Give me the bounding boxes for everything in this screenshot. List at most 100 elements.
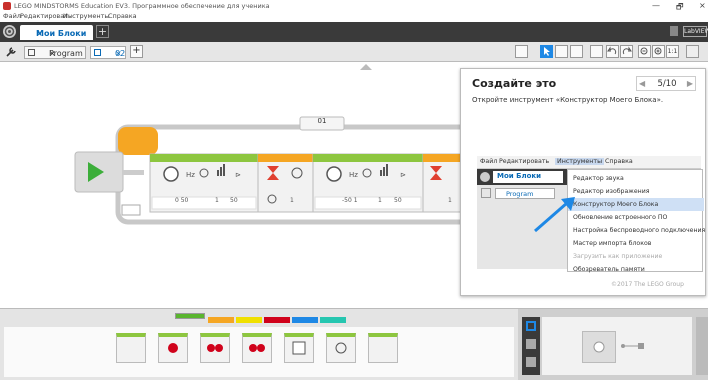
- pointer-tool-icon[interactable]: [540, 45, 553, 58]
- wrench-icon[interactable]: [4, 45, 18, 59]
- project-tab-label: Мои Блоки: [36, 29, 87, 38]
- block-param[interactable]: 1: [378, 197, 382, 204]
- dropdown-item: Мастер импорта блоков: [573, 240, 652, 247]
- project-properties-icon[interactable]: [3, 25, 16, 38]
- block-param[interactable]: 1: [448, 197, 452, 204]
- svg-text:⊳: ⊳: [400, 171, 406, 179]
- zoom-reset-button[interactable]: 1:1: [666, 45, 679, 58]
- palette-tab-flow[interactable]: [208, 317, 234, 323]
- program-doc-icon: [28, 49, 35, 56]
- menu-file[interactable]: Файл: [3, 12, 21, 20]
- hardware-page-tabs: [522, 317, 540, 375]
- tutorial-instruction: Откройте инструмент «Конструктор Моего Б…: [472, 96, 664, 104]
- collapse-arrow-icon[interactable]: [360, 64, 372, 70]
- connection-icon: [620, 343, 644, 349]
- project-tab-close-icon[interactable]: ×: [36, 29, 43, 38]
- save-icon[interactable]: [590, 45, 603, 58]
- gear-icon: [480, 172, 490, 182]
- zoom-in-icon[interactable]: [652, 45, 665, 58]
- project-tab[interactable]: Мои Блоки ×: [20, 25, 93, 40]
- block-param[interactable]: 0 50: [175, 197, 188, 204]
- hardware-icon[interactable]: [670, 26, 678, 36]
- block-param[interactable]: 1: [290, 197, 294, 204]
- svg-text:Hz: Hz: [186, 171, 195, 179]
- tutorial-menu-tools: Инструменты: [555, 158, 605, 165]
- program-tab-1[interactable]: Program ×: [24, 46, 86, 59]
- block-param[interactable]: 50: [230, 197, 238, 204]
- palette-tab-advanced[interactable]: [292, 317, 318, 323]
- loop-header[interactable]: [118, 127, 158, 155]
- undo-icon[interactable]: [606, 45, 619, 58]
- program-tab-2-close-icon[interactable]: ×: [115, 49, 122, 58]
- tutorial-program-tab-label: Program: [506, 190, 534, 198]
- motor-icon: [326, 166, 342, 182]
- tutorial-menu-bar: Файл Редактировать Инструменты Справка: [477, 156, 701, 169]
- dropdown-item: Обозреватель памяти: [573, 266, 645, 273]
- dropdown-item: Обновление встроенного ПО: [573, 214, 668, 221]
- palette-block-move-steering[interactable]: [200, 333, 230, 363]
- pan-tool-icon[interactable]: [555, 45, 568, 58]
- palette-tab-myblocks[interactable]: [320, 317, 346, 323]
- menu-bar: Файл Редактировать Инструменты Справка: [0, 11, 708, 22]
- tutorial-tools-dropdown: Редактор звука Редактор изображения Конс…: [567, 169, 706, 273]
- window-title: LEGO MINDSTORMS Education EV3. Программн…: [14, 2, 270, 10]
- port-view-icon[interactable]: [526, 339, 536, 349]
- add-project-button[interactable]: +: [96, 25, 109, 38]
- dropdown-item-highlighted: Конструктор Моего Блока: [568, 198, 704, 211]
- menu-tools[interactable]: Инструменты: [63, 12, 110, 20]
- palette-tab-sensor[interactable]: [236, 317, 262, 323]
- tutorial-project-tab-label: Мои Блоки: [497, 172, 542, 180]
- motor-icon: [163, 166, 179, 182]
- block-palette: [0, 308, 518, 380]
- labview-button[interactable]: LabVIEW: [683, 26, 708, 37]
- program-tab-2[interactable]: 02 ×: [90, 46, 126, 59]
- comment-icon[interactable]: [515, 45, 528, 58]
- minimize-button[interactable]: —: [652, 1, 660, 10]
- tutorial-menu-file: Файл: [480, 158, 498, 165]
- svg-text:Hz: Hz: [349, 171, 358, 179]
- program-tab-bar: Program × 02 × + 1:1: [0, 42, 708, 62]
- add-program-button[interactable]: +: [130, 45, 143, 58]
- palette-tab-data[interactable]: [264, 317, 290, 323]
- next-page-icon[interactable]: ▶: [687, 79, 693, 88]
- brick-info-panel: [542, 317, 692, 375]
- content-editor-icon[interactable]: [686, 45, 699, 58]
- copyright-text: ©2017 The LEGO Group: [611, 281, 684, 288]
- zoom-out-icon[interactable]: [638, 45, 651, 58]
- comment-tool-icon[interactable]: [570, 45, 583, 58]
- prev-page-icon[interactable]: ◀: [639, 79, 645, 88]
- dropdown-item-disabled: Загрузить как приложение: [573, 253, 663, 260]
- tutorial-pager: ◀ 5/10 ▶: [636, 76, 696, 91]
- redo-icon[interactable]: [620, 45, 633, 58]
- brick-info-icon[interactable]: [526, 321, 536, 331]
- palette-block-large-motor[interactable]: [158, 333, 188, 363]
- palette-block-medium-motor[interactable]: [116, 333, 146, 363]
- wait-block-2[interactable]: [422, 153, 464, 213]
- page-indicator: 5/10: [657, 79, 677, 89]
- block-param[interactable]: -50 1: [342, 197, 358, 204]
- palette-block-sound[interactable]: [326, 333, 356, 363]
- wrench-icon: [481, 188, 491, 198]
- block-param[interactable]: 50: [394, 197, 402, 204]
- block-param[interactable]: 1: [215, 197, 219, 204]
- palette-block-move-tank[interactable]: [242, 333, 272, 363]
- hardware-side-buttons[interactable]: [696, 317, 708, 375]
- wait-block-1[interactable]: [257, 153, 314, 213]
- tutorial-menu-edit: Редактировать: [499, 158, 550, 165]
- tutorial-menu-help: Справка: [605, 158, 633, 165]
- available-bricks-icon[interactable]: [526, 357, 536, 367]
- hardware-page: [518, 308, 708, 380]
- menu-help[interactable]: Справка: [108, 12, 137, 20]
- tutorial-title: Создайте это: [472, 77, 557, 90]
- palette-block-display[interactable]: [284, 333, 314, 363]
- palette-tab-action[interactable]: [175, 313, 205, 319]
- tutorial-project-tab: Мои Блоки: [493, 171, 563, 183]
- app-icon: [3, 2, 11, 10]
- tutorial-popup: Создайте это ◀ 5/10 ▶ Откройте инструмен…: [460, 68, 706, 296]
- program-tab-1-close-icon[interactable]: ×: [49, 49, 56, 58]
- dropdown-item: Настройка беспроводного подключения: [573, 227, 706, 234]
- project-tab-bar: Мои Блоки × + LabVIEW: [0, 22, 708, 42]
- dropdown-item: Редактор звука: [573, 175, 624, 182]
- palette-block-brick-status-light[interactable]: [368, 333, 398, 363]
- close-button[interactable]: ×: [699, 1, 706, 10]
